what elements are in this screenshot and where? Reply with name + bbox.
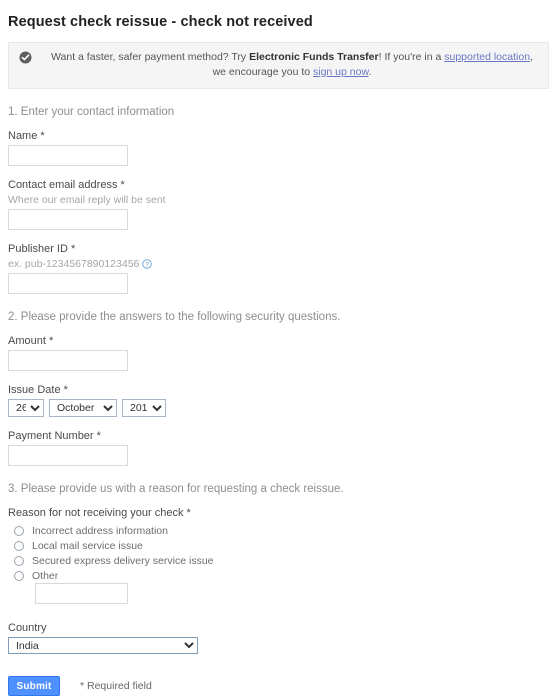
email-input[interactable] [8,209,128,230]
reason-other-input[interactable] [35,583,128,604]
reason-option-2[interactable]: Secured express delivery service issue [8,553,549,568]
reason-option-0[interactable]: Incorrect address information [8,523,549,538]
email-label: Contact email address * [8,179,125,191]
amount-input[interactable] [8,350,128,371]
radio-icon[interactable] [14,540,24,551]
sign-up-now-link[interactable]: sign up now [313,66,368,78]
promo-text-mid1: ! If you're in a [378,51,445,63]
check-circle-icon [19,51,32,64]
field-amount: Amount * [8,335,549,371]
payment-number-label: Payment Number * [8,430,101,442]
field-payment-number: Payment Number * [8,430,549,466]
field-publisher-id: Publisher ID * ex. pub-1234567890123456 … [8,243,549,294]
promo-text-end: . [368,66,372,78]
field-contact-email: Contact email address * Where our email … [8,179,549,230]
help-question-icon[interactable]: ? [142,259,153,269]
form-footer: Submit * Required field [8,676,549,696]
promo-bold-eft: Electronic Funds Transfer [249,51,379,63]
publisher-id-input[interactable] [8,273,128,294]
radio-icon[interactable] [14,525,24,536]
name-input[interactable] [8,145,128,166]
reason-option-1[interactable]: Local mail service issue [8,538,549,553]
reason-radio-group: Incorrect address information Local mail … [8,523,549,583]
page-title: Request check reissue - check not receiv… [8,14,313,30]
promo-text-lead: Want a faster, safer payment method? Try [51,51,250,63]
issue-date-label: Issue Date * [8,384,68,396]
issue-date-day-select[interactable]: 1262728293031 [8,399,44,417]
publisher-id-hint-row: ex. pub-1234567890123456 ? [8,258,549,270]
svg-text:?: ? [146,262,150,269]
amount-label: Amount * [8,335,54,347]
reason-option-3[interactable]: Other [8,568,549,583]
section-heading-security: 2. Please provide the answers to the fol… [8,311,341,323]
field-issue-date: Issue Date * 1262728293031 JanuaryFebrua… [8,384,549,417]
eft-promo-banner: Want a faster, safer payment method? Try… [8,42,549,89]
field-reason: Reason for not receiving your check * In… [8,507,549,604]
field-country: Country IndiaUnited StatesUnited Kingdom… [8,622,549,654]
submit-button[interactable]: Submit [8,676,60,696]
section-heading-contact: 1. Enter your contact information [8,106,175,118]
field-name: Name * [8,130,549,166]
promo-banner-text: Want a faster, safer payment method? Try… [46,50,538,80]
name-label: Name * [8,130,45,142]
issue-date-month-select[interactable]: JanuaryFebruaryMarchAprilMayJuneJulyAugu… [49,399,117,417]
reason-label: Reason for not receiving your check * [8,507,191,519]
reason-option-label: Secured express delivery service issue [32,554,214,567]
reason-option-label: Incorrect address information [32,524,168,537]
reason-option-label: Other [32,569,59,582]
issue-date-row: 1262728293031 JanuaryFebruaryMarchAprilM… [8,399,549,417]
email-hint: Where our email reply will be sent [8,194,166,206]
radio-icon[interactable] [14,555,24,566]
payment-number-input[interactable] [8,445,128,466]
publisher-id-label: Publisher ID * [8,243,76,255]
issue-date-year-select[interactable]: 2010201120122013 [122,399,166,417]
required-field-note: * Required field [80,680,152,692]
reason-option-label: Local mail service issue [32,539,143,552]
publisher-id-hint: ex. pub-1234567890123456 [8,258,140,270]
country-label: Country [8,622,47,634]
section-heading-reason: 3. Please provide us with a reason for r… [8,483,344,495]
check-reissue-form-page: Request check reissue - check not receiv… [0,14,557,696]
radio-icon[interactable] [14,570,24,581]
supported-location-link[interactable]: supported location [444,51,530,63]
